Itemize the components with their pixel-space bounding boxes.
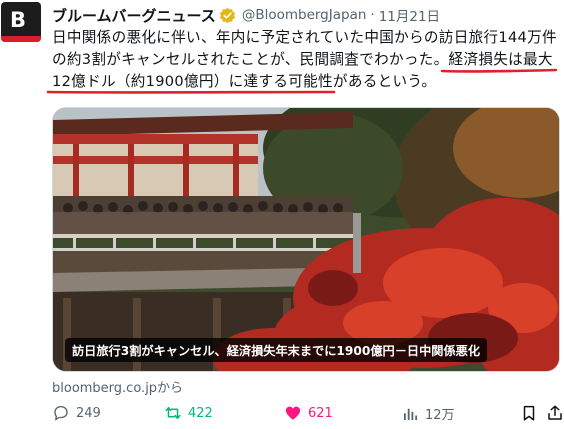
like-count: 621 [308, 405, 333, 421]
post-text-line-2-plain: の約3割がキャンセルされたことが、民間調査でわかった。 [52, 51, 449, 68]
display-name[interactable]: ブルームバーグニュース [52, 5, 216, 26]
repost-button[interactable]: 422 [164, 404, 213, 422]
bloomberg-avatar[interactable]: B [1, 2, 41, 42]
repost-count: 422 [188, 405, 213, 421]
post-text-line-2: の約3割がキャンセルされたことが、民間調査でわかった。経済損失は最大 [52, 49, 562, 71]
post-text-line-3: 12億ドル（約1900億円）に達する可能性があるという。 [52, 71, 562, 93]
view-count: 12万 [425, 408, 455, 423]
header-separator: · [370, 7, 375, 23]
post-date[interactable]: 11月21日 [379, 5, 440, 25]
repost-icon [165, 407, 181, 419]
analytics-icon [404, 408, 418, 420]
reply-count: 249 [76, 405, 101, 421]
avatar-stripe [1, 36, 41, 42]
bookmark-icon [523, 405, 535, 421]
verified-badge-icon [219, 7, 235, 23]
post-text-line-3-plain: があるという。 [332, 73, 437, 90]
post-text-highlight-b: 12億ドル（約1900億円）に達する可能性 [52, 73, 333, 90]
post-media-card[interactable]: 訪日旅行3割がキャンセル、経済損失年末までに1900億円－日中関係悪化 [52, 107, 560, 372]
user-handle[interactable]: @BloombergJapan [242, 7, 367, 23]
bookmark-button[interactable] [520, 404, 544, 422]
views-button[interactable]: 12万 [401, 404, 455, 423]
share-button[interactable] [546, 404, 564, 422]
media-caption: 訪日旅行3割がキャンセル、経済損失年末までに1900億円－日中関係悪化 [65, 338, 488, 362]
link-source[interactable]: bloomberg.co.jpから [52, 377, 183, 396]
post-text: 日中関係の悪化に伴い、年内に予定されていた中国からの訪日旅行144万件 の約3割… [52, 27, 562, 93]
avatar-letter: B [10, 8, 27, 32]
temple-autumn-photo [53, 108, 559, 371]
post-text-line-1: 日中関係の悪化に伴い、年内に予定されていた中国からの訪日旅行144万件 [52, 29, 557, 46]
post-header: ブルームバーグニュース @BloombergJapan · 11月21日 [52, 4, 440, 26]
reply-button[interactable]: 249 [52, 404, 101, 422]
like-button[interactable]: 621 [284, 404, 333, 422]
heart-icon [285, 406, 301, 420]
post-text-highlight-a: 経済損失は最大 [448, 51, 553, 68]
post-actions: 249 422 621 12万 [52, 404, 562, 429]
share-icon [548, 405, 562, 420]
reply-icon [54, 405, 68, 421]
